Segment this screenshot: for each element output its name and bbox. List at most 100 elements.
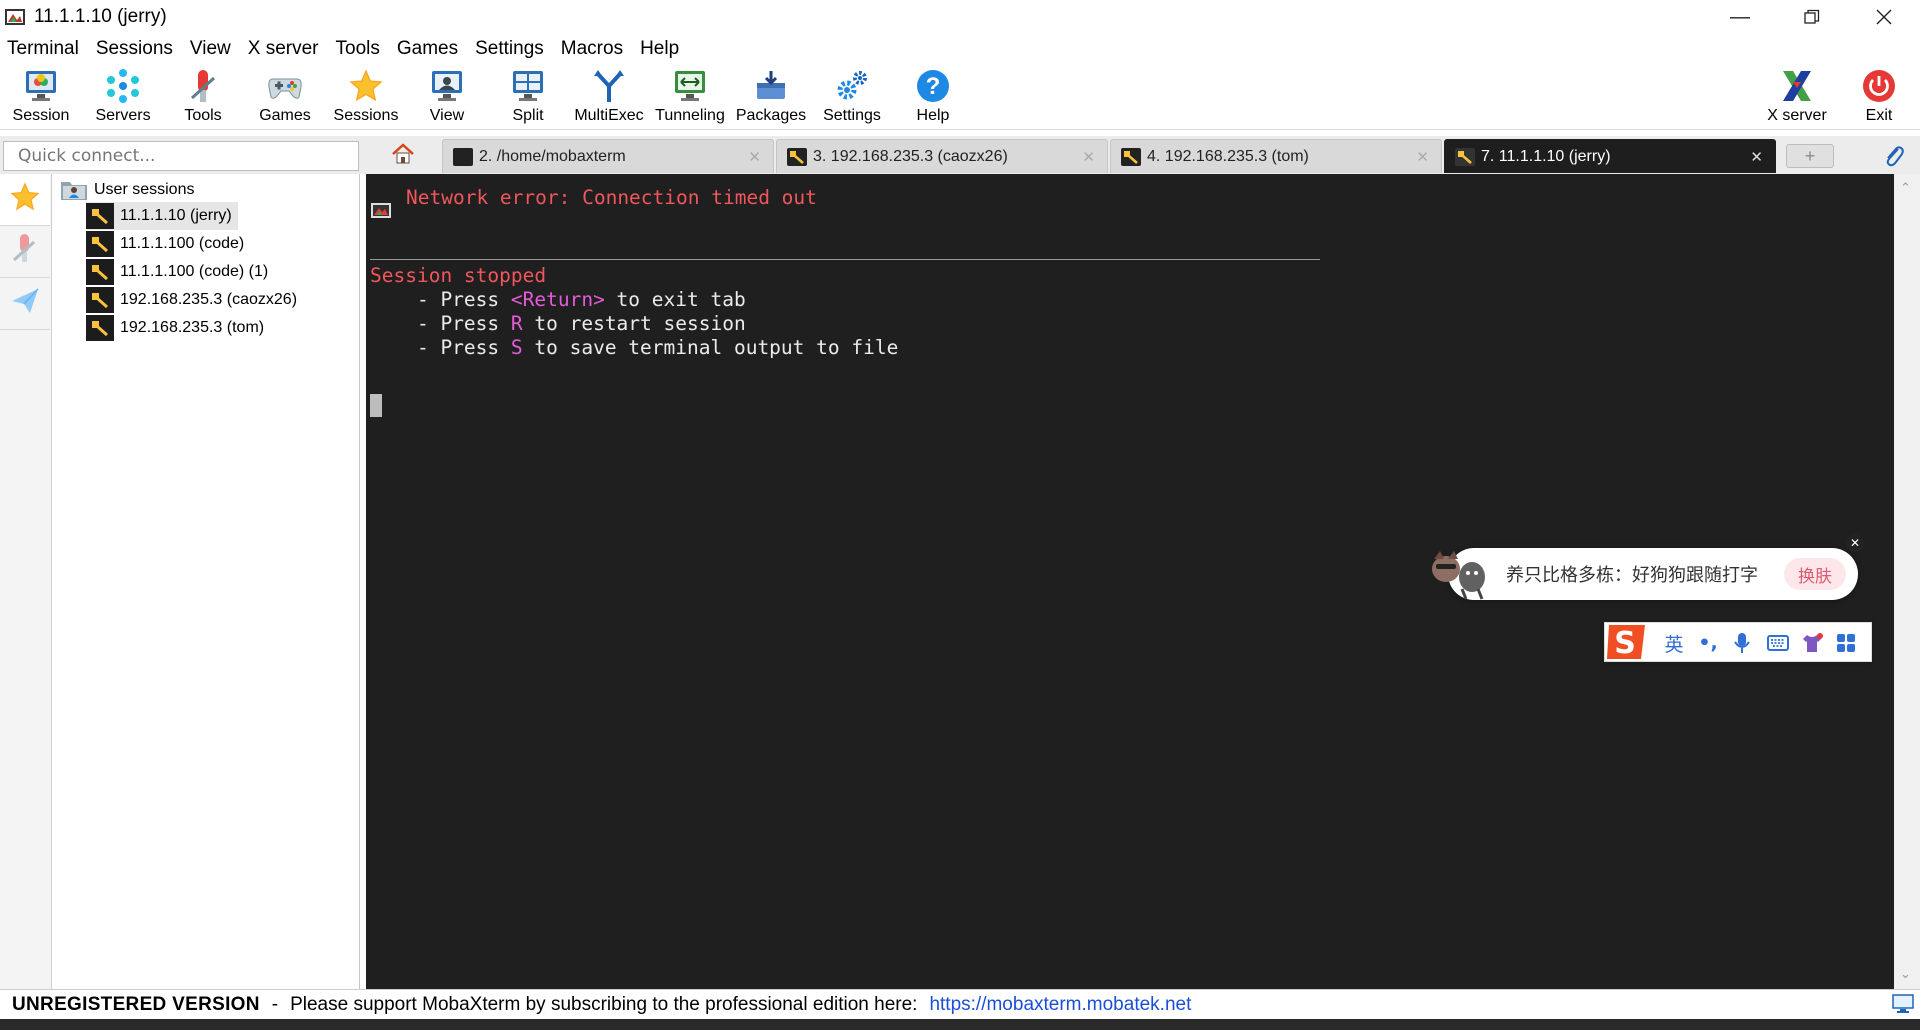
- side-rail: [0, 174, 52, 989]
- tab-label: 7. 11.1.1.10 (jerry): [1481, 147, 1611, 165]
- ime-tip-text: 养只比格多栋：好狗狗跟随打字: [1506, 565, 1758, 586]
- status-separator: -: [271, 993, 279, 1015]
- power-icon: [1859, 66, 1899, 106]
- ssh-key-icon: [86, 315, 114, 341]
- session-label: 192.168.235.3 (tom): [120, 319, 265, 336]
- tree-root-label: User sessions: [94, 181, 195, 198]
- tab-close-icon[interactable]: ✕: [748, 148, 761, 166]
- tab-tom[interactable]: 4. 192.168.235.3 (tom) ✕: [1110, 139, 1442, 173]
- tools-rail-button[interactable]: [0, 226, 50, 278]
- tab-close-icon[interactable]: ✕: [1082, 148, 1095, 166]
- gamepad-icon: [265, 66, 305, 106]
- session-item[interactable]: 192.168.235.3 (tom): [86, 314, 270, 342]
- sogou-ime-toolbar: S 英 •,: [1604, 622, 1872, 662]
- help-button[interactable]: ? Help: [892, 64, 974, 130]
- sessions-rail-button[interactable]: [0, 174, 50, 226]
- menu-sessions[interactable]: Sessions: [89, 38, 183, 60]
- ime-skin-button[interactable]: 换肤: [1784, 558, 1846, 590]
- menu-x-server[interactable]: X server: [241, 38, 329, 60]
- key-return: <Return>: [510, 288, 605, 311]
- menu-terminal[interactable]: Terminal: [0, 38, 89, 60]
- support-message: Please support MobaXterm by subscribing …: [290, 993, 918, 1015]
- session-button[interactable]: Session: [0, 64, 82, 130]
- session-item[interactable]: 11.1.1.100 (code): [86, 230, 250, 258]
- monitor-icon[interactable]: [1892, 994, 1914, 1014]
- new-tab-button[interactable]: +: [1786, 144, 1834, 168]
- skin-shirt-icon[interactable]: [1799, 630, 1825, 656]
- terminal-scrollbar[interactable]: ⌃ ⌄: [1894, 174, 1920, 989]
- ssh-key-icon: [86, 203, 114, 229]
- games-label: Games: [259, 107, 311, 124]
- ime-tip-bubble[interactable]: 养只比格多栋：好狗狗跟随打字 换肤: [1448, 548, 1858, 600]
- ime-tip-close-icon[interactable]: ✕: [1846, 534, 1864, 552]
- macros-rail-button[interactable]: [0, 278, 50, 330]
- scroll-up-icon[interactable]: ⌃: [1900, 180, 1911, 196]
- paperclip-icon[interactable]: [1880, 142, 1908, 170]
- user-sessions-folder[interactable]: User sessions: [60, 178, 194, 202]
- session-item[interactable]: 11.1.1.100 (code) (1): [86, 258, 274, 286]
- session-label: 11.1.1.100 (code) (1): [120, 263, 269, 280]
- packages-icon: [751, 66, 791, 106]
- instruction-prefix: - Press: [370, 288, 511, 311]
- session-item[interactable]: 11.1.1.10 (jerry): [86, 202, 238, 230]
- toolbox-grid-icon[interactable]: [1833, 630, 1859, 656]
- tunneling-button[interactable]: Tunneling: [649, 64, 731, 130]
- packages-label: Packages: [735, 107, 807, 124]
- tab-close-icon[interactable]: ✕: [1750, 148, 1763, 166]
- ssh-key-icon: [787, 147, 807, 166]
- tools-button[interactable]: Tools: [162, 64, 244, 130]
- mobaxterm-website-link[interactable]: https://mobaxterm.mobatek.net: [929, 994, 1191, 1016]
- menu-bar: Terminal Sessions View X server Tools Ga…: [0, 34, 1920, 64]
- menu-macros[interactable]: Macros: [554, 38, 633, 60]
- home-icon: [391, 142, 415, 170]
- servers-icon: [103, 66, 143, 106]
- session-label: Session: [12, 107, 70, 124]
- sogou-logo-icon[interactable]: S: [1603, 619, 1651, 665]
- instruction-prefix: - Press: [370, 312, 511, 335]
- menu-settings[interactable]: Settings: [468, 38, 554, 60]
- restore-icon[interactable]: [1776, 0, 1848, 34]
- menu-games[interactable]: Games: [390, 38, 468, 60]
- microphone-icon[interactable]: [1729, 630, 1755, 656]
- ime-language-toggle[interactable]: 英: [1661, 630, 1687, 656]
- home-tab[interactable]: [368, 140, 438, 172]
- multiexec-fork-icon: [589, 66, 629, 106]
- packages-button[interactable]: Packages: [730, 64, 812, 130]
- sessions-button[interactable]: Sessions: [325, 64, 407, 130]
- tab-close-icon[interactable]: ✕: [1416, 148, 1429, 166]
- multiexec-button[interactable]: MultiExec: [568, 64, 650, 130]
- menu-view[interactable]: View: [183, 38, 241, 60]
- tunneling-label: Tunneling: [655, 107, 725, 124]
- split-button[interactable]: Split: [487, 64, 569, 130]
- games-button[interactable]: Games: [244, 64, 326, 130]
- help-icon: ?: [913, 66, 953, 106]
- tab-home-mobaxterm[interactable]: 2. /home/mobaxterm ✕: [442, 139, 774, 173]
- session-stopped-text: Session stopped: [370, 264, 547, 287]
- servers-button[interactable]: Servers: [82, 64, 164, 130]
- tools-icon: [183, 66, 223, 106]
- tab-bar: 2. /home/mobaxterm ✕ 3. 192.168.235.3 (c…: [0, 136, 1920, 174]
- menu-tools[interactable]: Tools: [329, 38, 390, 60]
- tab-caozx26[interactable]: 3. 192.168.235.3 (caozx26) ✕: [776, 139, 1108, 173]
- settings-button[interactable]: Settings: [811, 64, 893, 130]
- terminal-cursor: [370, 394, 382, 417]
- multiexec-label: MultiExec: [574, 107, 644, 124]
- servers-label: Servers: [95, 107, 151, 124]
- ime-punctuation-toggle[interactable]: •,: [1695, 630, 1721, 656]
- x-server-button[interactable]: X server: [1756, 64, 1838, 130]
- svg-text:?: ?: [926, 73, 941, 100]
- close-icon[interactable]: [1848, 0, 1920, 34]
- mobaxterm-window: 11.1.1.10 (jerry) — Terminal Sessions Vi…: [0, 0, 1920, 1030]
- view-label: View: [429, 107, 465, 124]
- exit-button[interactable]: Exit: [1838, 64, 1920, 130]
- menu-help[interactable]: Help: [633, 38, 689, 60]
- session-item[interactable]: 192.168.235.3 (caozx26): [86, 286, 303, 314]
- tab-jerry-active[interactable]: 7. 11.1.1.10 (jerry) ✕: [1444, 139, 1776, 173]
- scroll-down-icon[interactable]: ⌄: [1900, 966, 1911, 982]
- view-button[interactable]: View: [406, 64, 488, 130]
- help-label: Help: [916, 107, 950, 124]
- minimize-icon[interactable]: —: [1704, 0, 1776, 34]
- main-toolbar: Session Servers Tools Games Sessions Vie…: [0, 64, 1920, 130]
- keyboard-icon[interactable]: [1765, 630, 1791, 656]
- quick-connect-input[interactable]: [3, 141, 359, 171]
